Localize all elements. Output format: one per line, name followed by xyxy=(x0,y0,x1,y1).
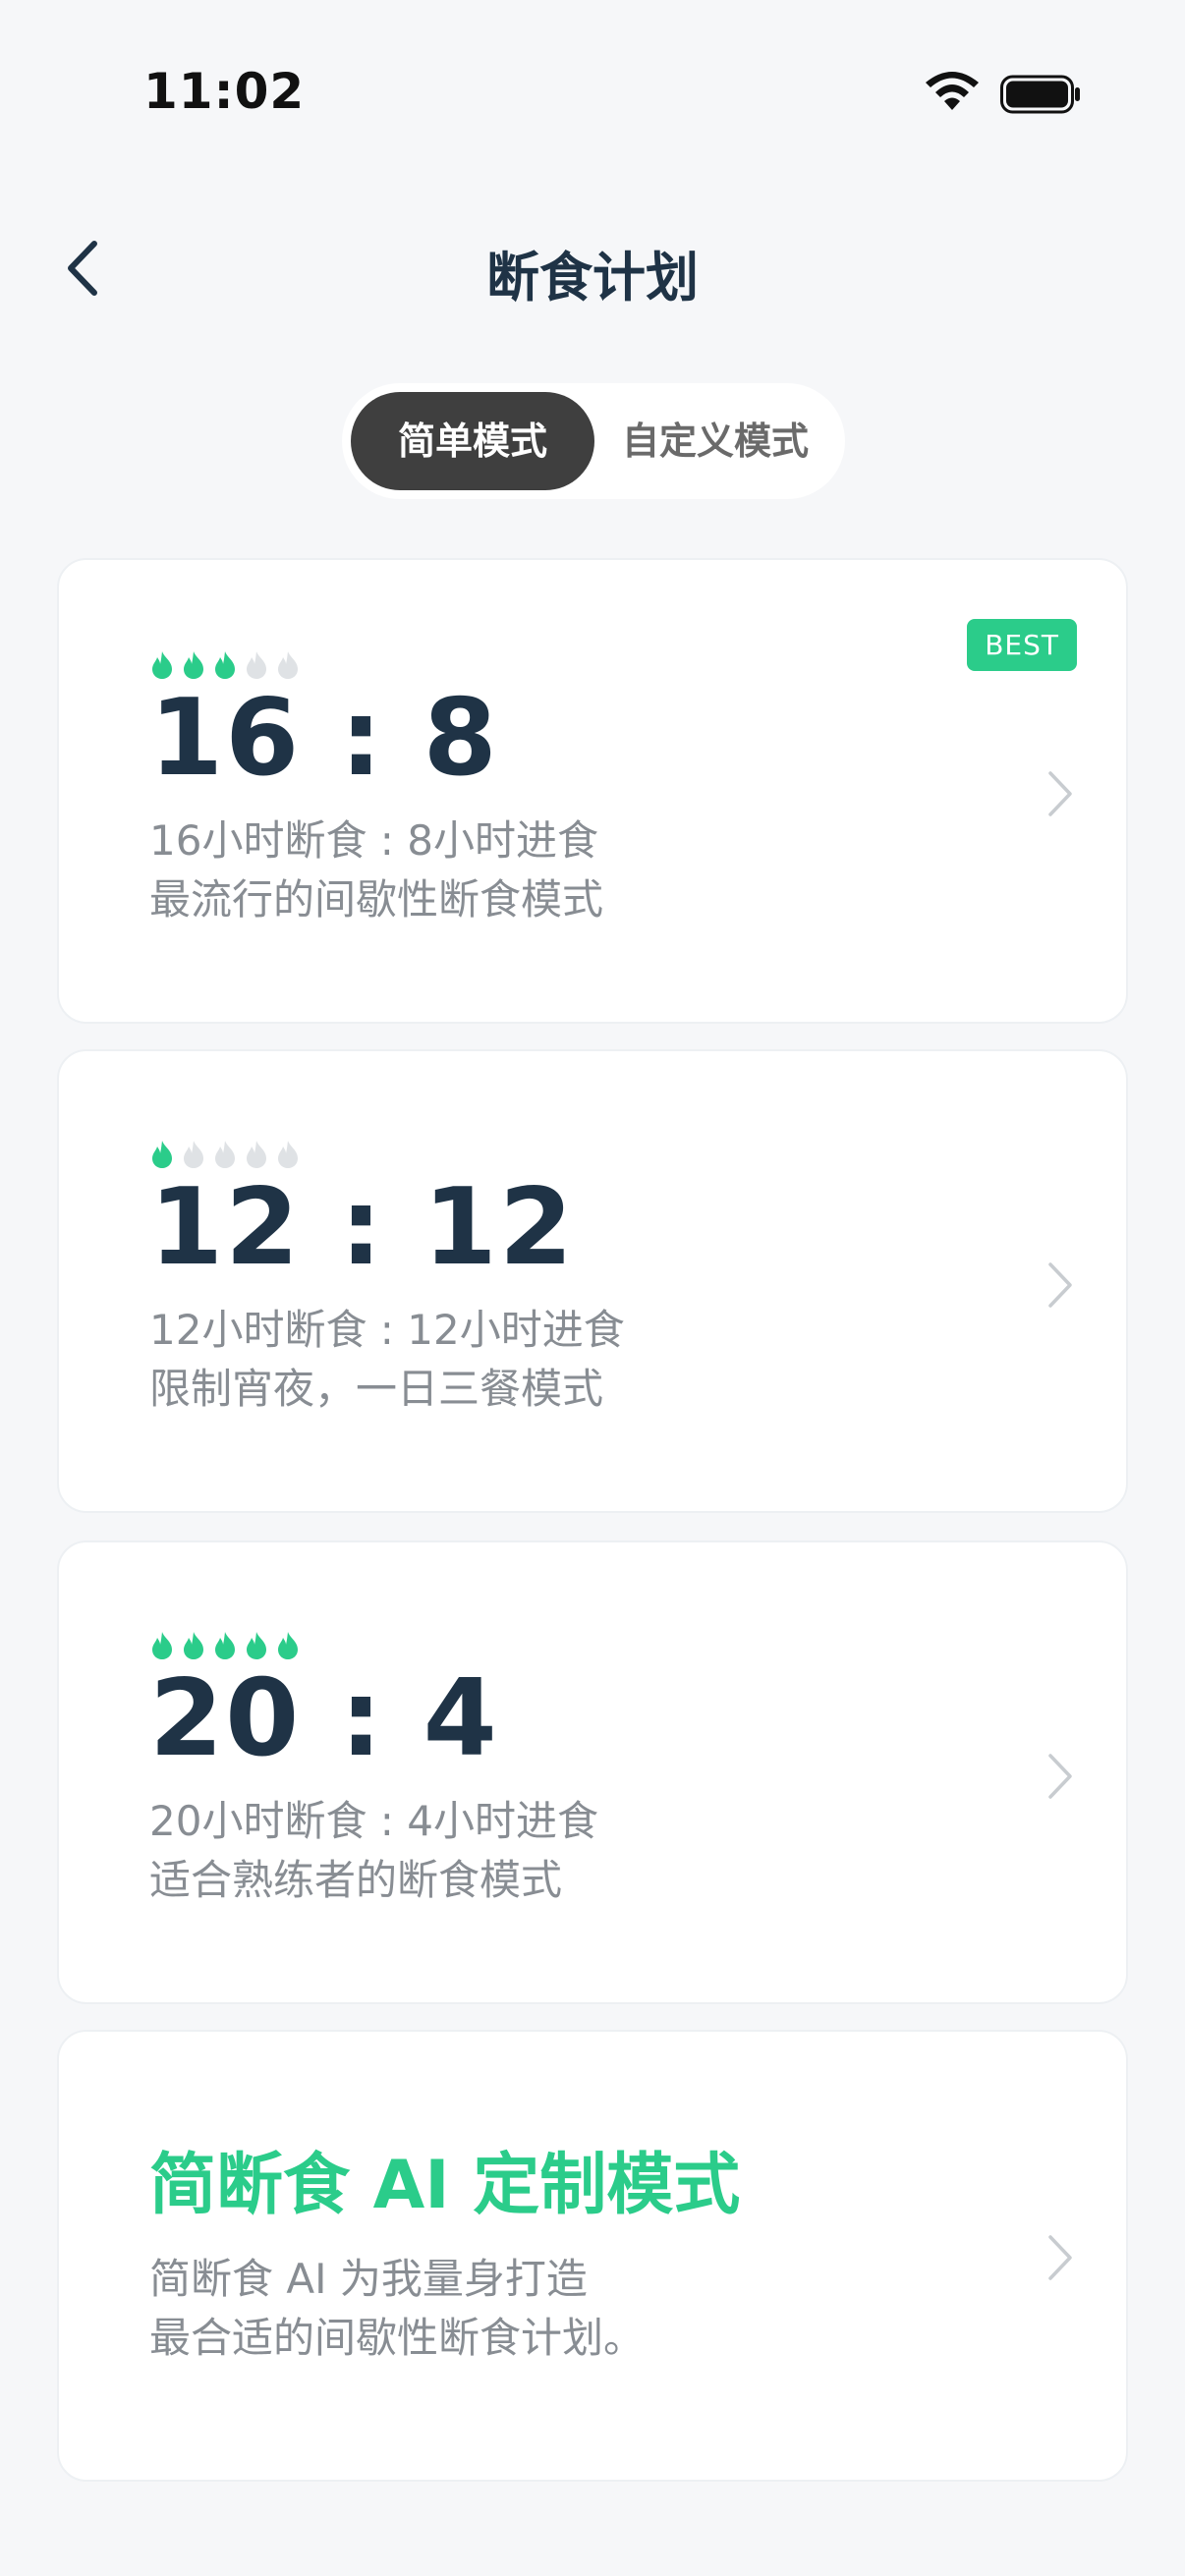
flame-icon xyxy=(215,1141,235,1168)
plan-ratio: 20 : 4 xyxy=(149,1657,499,1780)
tab-simple-mode[interactable]: 简单模式 xyxy=(351,392,594,490)
plan-description-line1: 12小时断食 : 12小时进食 xyxy=(149,1306,625,1354)
ai-plan-description-line2: 最合适的间歇性断食计划。 xyxy=(149,2314,646,2362)
difficulty-flames xyxy=(149,650,301,680)
flame-icon xyxy=(278,1632,298,1659)
flame-icon xyxy=(278,651,298,679)
plan-description-line2: 限制宵夜，一日三餐模式 xyxy=(149,1365,604,1413)
status-bar: 11:02 xyxy=(0,0,1185,147)
flame-icon xyxy=(278,1141,298,1168)
wifi-icon xyxy=(926,72,979,110)
chevron-right-icon xyxy=(1048,1754,1072,1799)
flame-icon xyxy=(247,651,266,679)
flame-icon xyxy=(152,1141,172,1168)
mode-segmented-control: 简单模式 自定义模式 xyxy=(342,383,845,499)
flame-icon xyxy=(152,1632,172,1659)
flame-icon xyxy=(184,1632,203,1659)
flame-icon xyxy=(215,651,235,679)
plan-card-12-12[interactable]: 12 : 12 12小时断食 : 12小时进食 限制宵夜，一日三餐模式 xyxy=(57,1049,1128,1513)
tab-custom-mode[interactable]: 自定义模式 xyxy=(594,392,836,490)
plan-description-line1: 20小时断食 : 4小时进食 xyxy=(149,1797,599,1845)
flame-icon xyxy=(247,1141,266,1168)
difficulty-flames xyxy=(149,1631,301,1660)
status-time: 11:02 xyxy=(143,63,306,120)
flame-icon xyxy=(152,651,172,679)
plan-card-20-4[interactable]: 20 : 4 20小时断食 : 4小时进食 适合熟练者的断食模式 xyxy=(57,1540,1128,2004)
battery-icon xyxy=(1000,75,1080,114)
flame-icon xyxy=(247,1632,266,1659)
difficulty-flames xyxy=(149,1140,301,1169)
nav-bar: 断食计划 xyxy=(0,216,1185,314)
plan-card-ai-custom[interactable]: 简断食 AI 定制模式 简断食 AI 为我量身打造 最合适的间歇性断食计划。 xyxy=(57,2030,1128,2482)
ai-plan-description-line1: 简断食 AI 为我量身打造 xyxy=(149,2255,588,2303)
plan-description-line1: 16小时断食 : 8小时进食 xyxy=(149,816,599,865)
chevron-right-icon xyxy=(1048,1262,1072,1308)
chevron-right-icon xyxy=(1048,2235,1072,2280)
flame-icon xyxy=(215,1632,235,1659)
best-badge: BEST xyxy=(967,619,1077,671)
plan-ratio: 16 : 8 xyxy=(149,677,499,800)
chevron-right-icon xyxy=(1048,771,1072,816)
flame-icon xyxy=(184,1141,203,1168)
plan-description-line2: 适合熟练者的断食模式 xyxy=(149,1856,563,1904)
plan-ratio: 12 : 12 xyxy=(149,1166,575,1289)
flame-icon xyxy=(184,651,203,679)
page-title: 断食计划 xyxy=(486,247,699,308)
ai-plan-title: 简断食 AI 定制模式 xyxy=(149,2147,741,2224)
plan-card-16-8[interactable]: BEST 16 : 8 16小时断食 : 8小时进食 最流行的间歇性断食模式 xyxy=(57,558,1128,1024)
plan-description-line2: 最流行的间歇性断食模式 xyxy=(149,875,604,924)
